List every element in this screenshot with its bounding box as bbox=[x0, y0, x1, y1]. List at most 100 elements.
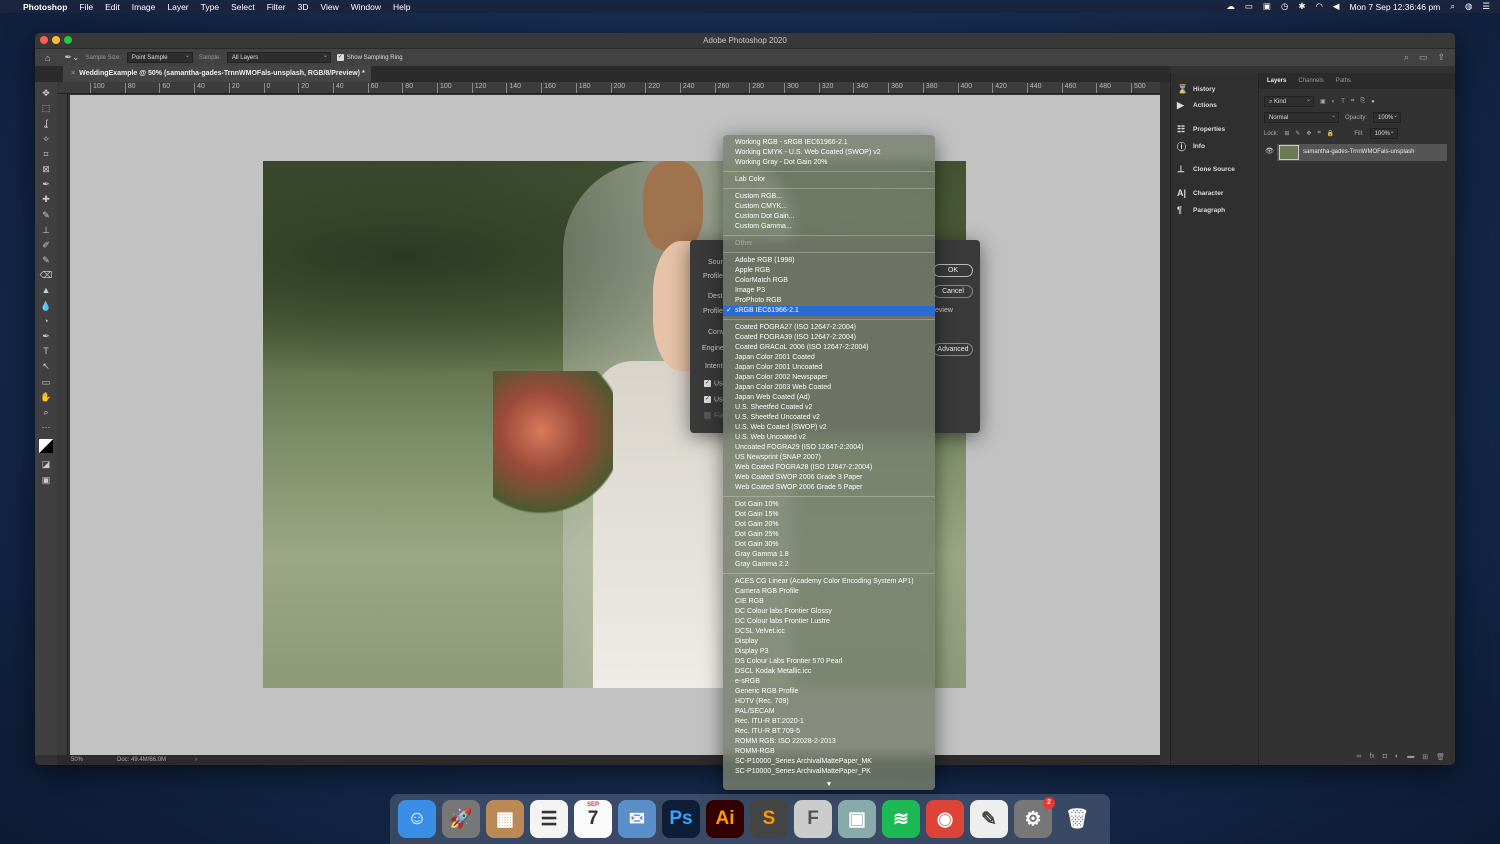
lock-position-icon[interactable]: ✥ bbox=[1306, 130, 1311, 137]
profile-option[interactable]: CIE RGB bbox=[723, 597, 935, 607]
menu-filter[interactable]: Filter bbox=[267, 2, 286, 12]
profile-option[interactable]: U.S. Web Coated (SWOP) v2 bbox=[723, 423, 935, 433]
dock-system-preferences[interactable]: ⚙ 2 bbox=[1014, 797, 1055, 838]
profile-option[interactable]: Coated FOGRA39 (ISO 12647-2:2004) bbox=[723, 333, 935, 343]
search-icon[interactable]: ⌕ bbox=[1404, 52, 1409, 63]
pen-tool-icon[interactable]: ◔ bbox=[43, 314, 48, 329]
opacity-input[interactable]: 100% bbox=[1373, 111, 1402, 123]
gradient-tool-icon[interactable]: ⌫ bbox=[40, 268, 53, 283]
profile-option[interactable]: Camera RGB Profile bbox=[723, 587, 935, 597]
filter-pixel-icon[interactable]: ▣ bbox=[1320, 98, 1326, 105]
profile-option[interactable]: Dot Gain 10% bbox=[723, 500, 935, 510]
lasso-tool-icon[interactable]: ʆ bbox=[44, 116, 47, 131]
app-menu[interactable]: Photoshop bbox=[23, 2, 67, 12]
profile-option[interactable]: Gray Gamma 1.8 bbox=[723, 550, 935, 560]
tab-paths[interactable]: Paths bbox=[1336, 78, 1351, 84]
tab-channels[interactable]: Channels bbox=[1298, 78, 1323, 84]
add-mask-icon[interactable]: ◘ bbox=[1383, 753, 1387, 761]
lock-paint-icon[interactable]: ✎ bbox=[1295, 130, 1300, 137]
profile-option[interactable]: Japan Color 2001 Coated bbox=[723, 353, 935, 363]
dock-photoshop[interactable]: Ps bbox=[662, 800, 700, 838]
profile-option[interactable]: DC Colour labs Frontier Lustre bbox=[723, 617, 935, 627]
profile-option[interactable]: Adobe RGB (1998) bbox=[723, 256, 935, 266]
profile-option[interactable]: Uncoated FOGRA29 (ISO 12647-2:2004) bbox=[723, 443, 935, 453]
profile-option[interactable]: ROMM-RGB bbox=[723, 747, 935, 757]
profile-option[interactable]: Web Coated SWOP 2006 Grade 5 Paper bbox=[723, 483, 935, 493]
marquee-tool-icon[interactable]: ⬚ bbox=[42, 101, 51, 116]
menu-edit[interactable]: Edit bbox=[105, 2, 120, 12]
fill-input[interactable]: 100% bbox=[1369, 127, 1398, 139]
profile-option[interactable]: Dot Gain 30% bbox=[723, 540, 935, 550]
profile-option[interactable]: SC-P10000_Series ArchivalMattePaper_PK bbox=[723, 767, 935, 777]
profile-option[interactable]: Japan Color 2001 Uncoated bbox=[723, 363, 935, 373]
vertical-ruler[interactable] bbox=[57, 94, 68, 755]
profile-option[interactable]: Display bbox=[723, 637, 935, 647]
dock-mail[interactable]: ✉ bbox=[618, 800, 656, 838]
profile-option[interactable]: Apple RGB bbox=[723, 266, 935, 276]
notification-center-icon[interactable]: ☰ bbox=[1482, 1, 1490, 12]
filter-adjustment-icon[interactable]: ◐ bbox=[1332, 99, 1336, 105]
color-swatches[interactable] bbox=[39, 439, 53, 454]
profile-option[interactable]: U.S. Sheetfed Uncoated v2 bbox=[723, 413, 935, 423]
status-menu-arrow[interactable]: › bbox=[195, 755, 197, 765]
layer-row[interactable]: samantha-gades-TrnnWMOFals-unsplash bbox=[1277, 144, 1447, 161]
hand-tool-icon[interactable]: ▭ bbox=[42, 375, 51, 390]
sample-select[interactable]: All Layers bbox=[226, 51, 331, 63]
profile-option[interactable]: sRGB IEC61966-2.1 bbox=[723, 306, 935, 316]
lock-artboard-icon[interactable]: ⌗ bbox=[1317, 130, 1320, 137]
show-sampling-ring-checkbox[interactable]: ✓ Show Sampling Ring bbox=[336, 53, 403, 61]
dock-textedit[interactable]: ✎ bbox=[970, 800, 1008, 838]
profile-option[interactable]: PAL/SECAM bbox=[723, 707, 935, 717]
profile-option[interactable]: Coated FOGRA27 (ISO 12647-2:2004) bbox=[723, 323, 935, 333]
brush-tool-icon[interactable]: ✎ bbox=[42, 208, 50, 223]
profile-option[interactable]: Japan Color 2003 Web Coated bbox=[723, 383, 935, 393]
panel-properties[interactable]: ☷ Properties bbox=[1177, 124, 1225, 135]
frame-tool-icon[interactable]: ⊠ bbox=[42, 162, 50, 177]
profile-option[interactable]: Coated GRACoL 2006 (ISO 12647-2:2004) bbox=[723, 343, 935, 353]
filter-type-icon[interactable]: T bbox=[1341, 99, 1345, 105]
dock-trash[interactable]: 🗑 bbox=[1058, 800, 1096, 838]
eyedropper-icon[interactable]: ✒⌄ bbox=[64, 52, 79, 63]
eraser-tool-icon[interactable]: ✎ bbox=[42, 253, 50, 268]
more-tool-icon[interactable]: ⌕ bbox=[43, 405, 48, 420]
visibility-eye-icon[interactable]: 👁 bbox=[1265, 147, 1274, 155]
clock[interactable]: Mon 7 Sep 12:36:46 pm bbox=[1349, 2, 1440, 12]
delete-layer-icon[interactable]: 🗑 bbox=[1436, 753, 1445, 761]
profile-option[interactable]: e-sRGB bbox=[723, 677, 935, 687]
bluetooth-icon[interactable]: ✱ bbox=[1298, 1, 1305, 12]
minimize-button[interactable] bbox=[52, 36, 60, 44]
zoom-level[interactable]: 50% bbox=[71, 755, 83, 765]
menu-file[interactable]: File bbox=[79, 2, 93, 12]
menu-image[interactable]: Image bbox=[132, 2, 156, 12]
colors-tool-icon[interactable]: ··· bbox=[42, 420, 51, 435]
profile-option[interactable]: Dot Gain 15% bbox=[723, 510, 935, 520]
tab-layers[interactable]: Layers bbox=[1267, 78, 1286, 84]
scroll-down-arrow-icon[interactable]: ▼ bbox=[723, 781, 935, 788]
profile-option[interactable]: Japan Web Coated (Ad) bbox=[723, 393, 935, 403]
profile-option[interactable]: Custom Gamma... bbox=[723, 222, 935, 232]
dock-illustrator[interactable]: Ai bbox=[706, 800, 744, 838]
close-button[interactable] bbox=[40, 36, 48, 44]
menu-3d[interactable]: 3D bbox=[298, 2, 309, 12]
profile-option[interactable]: Web Coated SWOP 2006 Grade 3 Paper bbox=[723, 473, 935, 483]
wifi-icon[interactable]: ◠ bbox=[1315, 1, 1322, 12]
new-group-icon[interactable]: ▬ bbox=[1407, 753, 1414, 761]
dock-spotify[interactable]: ≋ bbox=[882, 800, 920, 838]
profile-option[interactable]: Rec. ITU-R BT.2020-1 bbox=[723, 717, 935, 727]
dock-calculator[interactable]: ▦ bbox=[486, 800, 524, 838]
eyedropper-tool-icon[interactable]: ✒ bbox=[42, 177, 50, 192]
menu-window[interactable]: Window bbox=[351, 2, 381, 12]
profile-option[interactable]: U.S. Web Uncoated v2 bbox=[723, 433, 935, 443]
profile-option[interactable]: Custom RGB... bbox=[723, 192, 935, 202]
window-icon[interactable]: ▣ bbox=[1263, 1, 1271, 12]
profile-option[interactable]: Image P3 bbox=[723, 286, 935, 296]
dock-sublime-text[interactable]: S bbox=[750, 800, 788, 838]
profile-option[interactable]: Working CMYK - U.S. Web Coated (SWOP) v2 bbox=[723, 148, 935, 158]
workspace-icon[interactable]: ▭ bbox=[1419, 52, 1428, 63]
dock-chrome[interactable]: ◉ bbox=[926, 800, 964, 838]
profile-option[interactable]: Lab Color bbox=[723, 175, 935, 185]
screen-mode-icon[interactable]: ▣ bbox=[42, 473, 51, 488]
profile-option[interactable]: Custom CMYK... bbox=[723, 202, 935, 212]
profile-option[interactable]: Display P3 bbox=[723, 647, 935, 657]
sample-size-select[interactable]: Point Sample bbox=[126, 51, 193, 63]
